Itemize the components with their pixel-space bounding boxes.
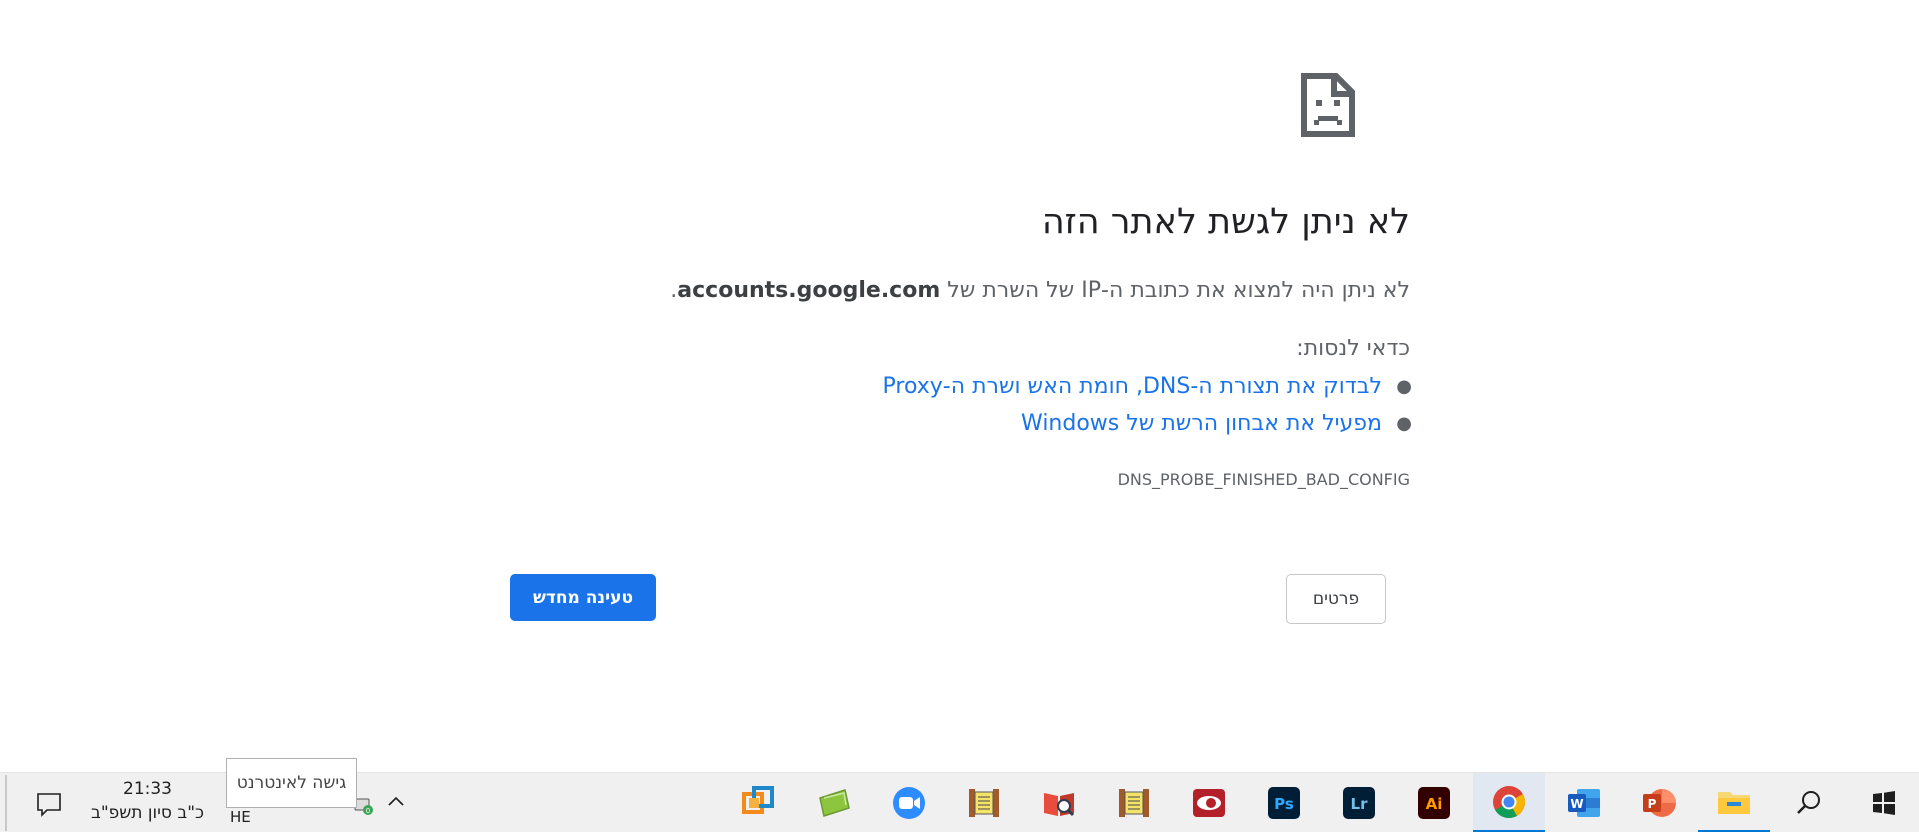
bullet-icon: ● xyxy=(1396,413,1412,434)
bullet-icon: ● xyxy=(1396,376,1412,397)
illustrator-icon: Ai xyxy=(1418,787,1450,819)
suggestion-check-dns-link[interactable]: ● לבדוק את תצורת ה-DNS, חומת האש ושרת ה-… xyxy=(882,368,1413,405)
taskbar-app-lightroom[interactable]: Lr xyxy=(1323,773,1395,832)
torah-scroll-icon xyxy=(969,789,999,817)
taskbar-app-virtualbox[interactable] xyxy=(723,773,795,832)
suggestions-list: ● לבדוק את תצורת ה-DNS, חומת האש ושרת ה-… xyxy=(882,368,1413,442)
torah-scroll-icon xyxy=(1119,789,1149,817)
taskbar-app-word[interactable]: W xyxy=(1548,773,1620,832)
input-language[interactable]: HE xyxy=(230,808,251,826)
browser-page: לא ניתן לגשת לאתר הזה לא ניתן היה למצוא … xyxy=(0,0,1919,832)
svg-text:P: P xyxy=(1648,797,1657,811)
virtualbox-icon xyxy=(742,786,774,814)
taskbar-clock[interactable]: 21:33 כ"ב סיון תשפ"ב xyxy=(80,777,215,825)
taskbar-app-photoshop[interactable]: Ps xyxy=(1248,773,1320,832)
network-tooltip: גישה לאינטרנט xyxy=(226,758,357,808)
chevron-up-icon[interactable] xyxy=(384,789,408,813)
taskbar-app-torah-1[interactable] xyxy=(948,773,1020,832)
svg-text:Ps: Ps xyxy=(1274,795,1294,813)
file-explorer-icon xyxy=(1718,791,1750,814)
suggestion-network-diagnostics-label: מפעיל את אבחון הרשת של Windows xyxy=(1021,411,1382,436)
book-search-icon xyxy=(1044,793,1075,817)
error-description-text: לא ניתן היה למצוא את כתובת ה-IP של השרת … xyxy=(947,278,1410,303)
taskbar-app-illustrator[interactable]: Ai xyxy=(1398,773,1470,832)
powerpoint-icon: P xyxy=(1643,789,1676,817)
error-code: DNS_PROBE_FINISHED_BAD_CONFIG xyxy=(1117,470,1410,489)
svg-text:Ai: Ai xyxy=(1426,795,1443,813)
reload-button[interactable]: טעינה מחדש xyxy=(510,574,656,621)
svg-text:W: W xyxy=(1570,797,1583,811)
photoshop-icon: Ps xyxy=(1268,787,1300,819)
details-button[interactable]: פרטים xyxy=(1286,574,1386,624)
lightroom-icon: Lr xyxy=(1343,787,1375,819)
try-label: כדאי לנסות: xyxy=(1296,336,1410,361)
error-title: לא ניתן לגשת לאתר הזה xyxy=(1041,202,1410,242)
taskbar-app-torah-2[interactable] xyxy=(1098,773,1170,832)
show-desktop-edge[interactable] xyxy=(5,775,7,831)
error-description: לא ניתן היה למצוא את כתובת ה-IP של השרת … xyxy=(670,278,1410,303)
svg-text:0: 0 xyxy=(366,807,370,815)
taskbar-app-chrome[interactable] xyxy=(1473,773,1545,832)
error-host: accounts.google.com xyxy=(677,278,941,303)
taskbar-search-button[interactable] xyxy=(1773,773,1845,832)
clock-date: כ"ב סיון תשפ"ב xyxy=(90,803,205,823)
search-icon xyxy=(1797,791,1820,814)
taskbar-app-green[interactable] xyxy=(798,773,870,832)
clock-time: 21:33 xyxy=(123,779,172,799)
zoom-icon xyxy=(893,787,925,819)
taskbar-app-red-eye[interactable] xyxy=(1173,773,1245,832)
taskbar-app-book-search[interactable] xyxy=(1023,773,1095,832)
word-icon: W xyxy=(1568,789,1600,817)
taskbar-app-powerpoint[interactable]: P xyxy=(1623,773,1695,832)
windows-start-button[interactable] xyxy=(1848,773,1919,832)
svg-text:Lr: Lr xyxy=(1351,795,1369,813)
action-center-icon[interactable] xyxy=(33,787,65,819)
taskbar-app-zoom[interactable] xyxy=(873,773,945,832)
green-app-icon xyxy=(819,789,850,817)
taskbar-app-file-explorer[interactable] xyxy=(1698,773,1770,832)
sad-document-icon xyxy=(1301,73,1355,137)
suggestion-check-dns-label: לבדוק את תצורת ה-DNS, חומת האש ושרת ה-Pr… xyxy=(882,374,1383,399)
suggestion-network-diagnostics-link[interactable]: ● מפעיל את אבחון הרשת של Windows xyxy=(883,405,1412,442)
chrome-icon xyxy=(1493,785,1526,818)
red-eye-app-icon xyxy=(1193,789,1225,817)
windows-start-icon xyxy=(1873,791,1895,815)
